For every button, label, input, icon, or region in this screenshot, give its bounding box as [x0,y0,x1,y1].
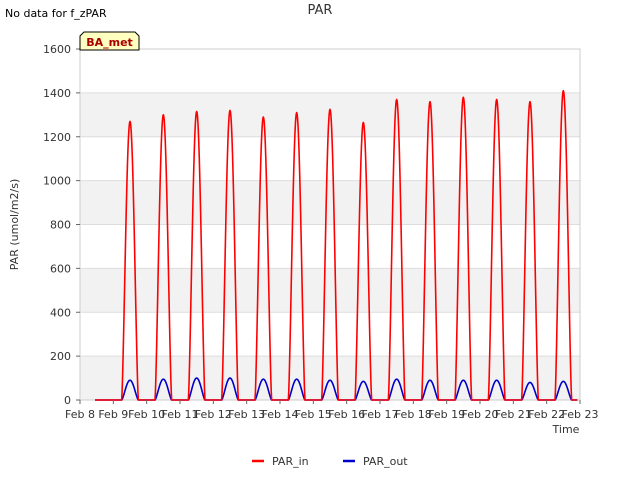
x-tick-label: Feb 15 [295,408,332,421]
y-tick-label: 1200 [43,131,71,144]
y-axis: 0 200 400 600 800 1000 1200 1400 1600 [43,43,80,407]
background-band [80,136,580,181]
y-axis-label: PAR (umol/m2/s) [8,179,21,271]
x-tick-label: Feb 14 [262,408,299,421]
x-tick-label: Feb 19 [428,408,465,421]
legend: PAR_in PAR_out [252,455,408,468]
x-tick-label: Feb 23 [562,408,599,421]
x-tick-label: Feb 13 [228,408,265,421]
x-axis: Feb 8 Feb 9 Feb 10Feb 11Feb 12Feb 13Feb 14… [65,400,598,421]
x-axis-label: Time [552,423,580,436]
y-tick-label: 1000 [43,175,71,188]
legend-label: PAR_in [272,455,309,468]
y-tick-label: 0 [64,394,71,407]
background-band [80,49,580,93]
par-chart: 0 200 400 600 800 1000 1200 1400 1600 Feb 8 Feb 9… [8,31,598,468]
background-band [80,92,580,137]
x-tick-label: Feb 17 [362,408,399,421]
x-tick-label: Feb 18 [395,408,432,421]
background-band [80,268,580,313]
y-tick-label: 600 [50,262,71,275]
x-tick-label: Feb 9 [98,408,128,421]
annotation-text: BA_met [86,36,133,49]
x-tick-label: Feb 20 [462,408,499,421]
y-tick-label: 1400 [43,87,71,100]
background-band [80,180,580,225]
x-tick-label: Feb 16 [328,408,365,421]
background-band [80,312,580,357]
site-annotation: BA_met [79,31,140,51]
x-tick-label: Feb 12 [195,408,232,421]
x-tick-label: Feb 10 [128,408,165,421]
x-tick-label: Feb 21 [495,408,532,421]
x-tick-label: Feb 8 [65,408,95,421]
y-tick-label: 800 [50,219,71,232]
x-tick-label: Feb 11 [162,408,199,421]
legend-label: PAR_out [363,455,408,468]
x-tick-label: Feb 22 [528,408,565,421]
background-band [80,224,580,269]
y-tick-label: 1600 [43,43,71,56]
y-tick-label: 200 [50,350,71,363]
y-tick-label: 400 [50,306,71,319]
